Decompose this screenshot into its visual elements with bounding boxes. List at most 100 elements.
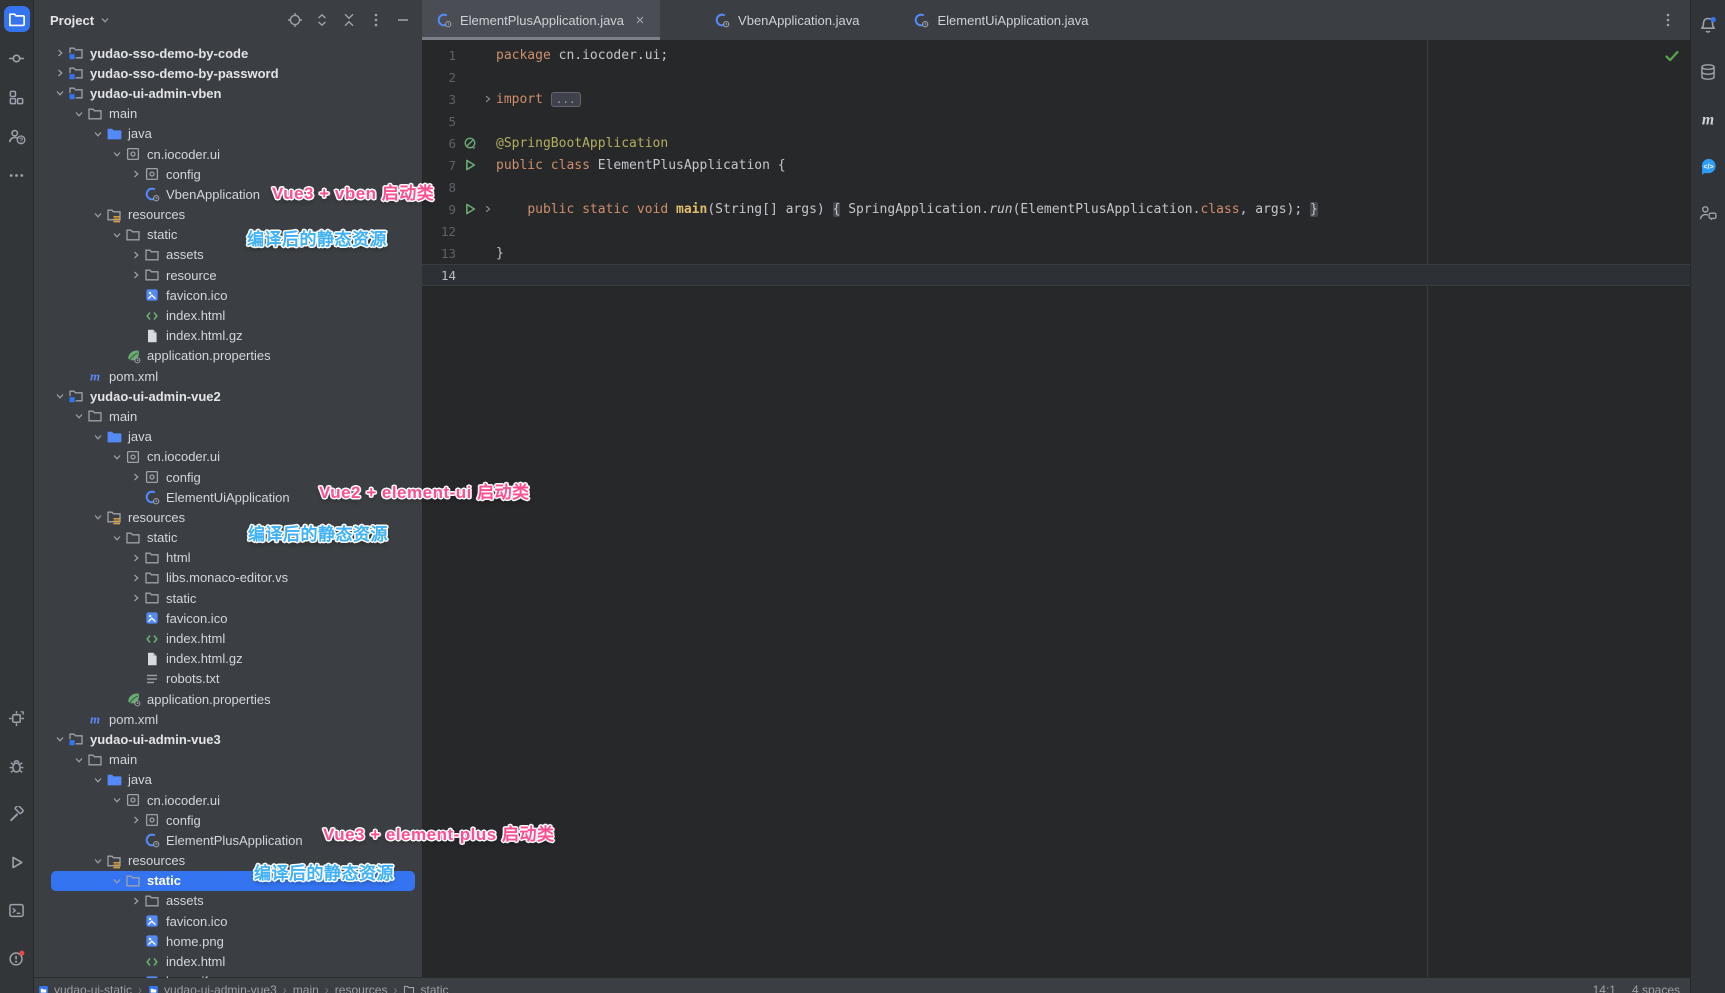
tree-chevron-collapsed[interactable] — [127, 166, 144, 182]
inspections-ok-icon[interactable] — [1664, 48, 1680, 64]
tree-chevron-collapsed[interactable] — [127, 267, 144, 283]
run-gutter-icon[interactable] — [460, 158, 480, 172]
tree-row[interactable]: mpom.xml — [34, 709, 422, 729]
code-line[interactable]: 6@SpringBootApplication — [422, 132, 1690, 154]
tree-row[interactable]: html — [34, 548, 422, 568]
spring-bean-gutter-icon[interactable] — [460, 136, 480, 150]
tree-row[interactable]: VbenApplication — [34, 184, 422, 204]
tool-window-button-terminal[interactable] — [4, 897, 30, 923]
tree-row[interactable]: favicon.ico — [34, 285, 422, 305]
tree-row[interactable]: config — [34, 810, 422, 830]
code-line[interactable]: 7public class ElementPlusApplication { — [422, 154, 1690, 176]
tree-chevron-expanded[interactable] — [89, 429, 106, 445]
tree-row[interactable]: cn.iocoder.ui — [34, 144, 422, 164]
tool-window-button-notifications[interactable] — [1695, 12, 1721, 38]
tree-row[interactable]: yudao-sso-demo-by-code — [34, 43, 422, 63]
tree-row[interactable]: yudao-sso-demo-by-password — [34, 63, 422, 83]
tree-chevron-expanded[interactable] — [89, 207, 106, 223]
tree-row[interactable]: yudao-ui-admin-vue2 — [34, 386, 422, 406]
tree-row[interactable]: assets — [34, 891, 422, 911]
tree-row[interactable]: static — [34, 588, 422, 608]
code-line[interactable]: 3import ... — [422, 88, 1690, 110]
tool-window-button-database[interactable] — [1695, 59, 1721, 85]
status-widget[interactable]: 14:1 — [1593, 983, 1616, 993]
tree-row[interactable]: resource — [34, 265, 422, 285]
tool-window-button-code-with-me[interactable] — [1695, 200, 1721, 226]
tree-row[interactable]: main — [34, 104, 422, 124]
tree-row[interactable]: favicon.ico — [34, 608, 422, 628]
tree-chevron-expanded[interactable] — [89, 772, 106, 788]
code-line[interactable]: 5 — [422, 110, 1690, 132]
tree-row[interactable]: resources — [34, 507, 422, 527]
tree-row[interactable]: yudao-ui-admin-vue3 — [34, 729, 422, 749]
tree-chevron-expanded[interactable] — [108, 792, 125, 808]
tool-window-button-ai-assistant[interactable]: </> — [1695, 153, 1721, 179]
tree-row[interactable]: index.html — [34, 305, 422, 325]
tree-row[interactable]: static — [34, 225, 422, 245]
tool-window-button-run[interactable] — [4, 849, 30, 875]
tree-row[interactable]: favicon.ico — [34, 911, 422, 931]
tree-row[interactable]: ElementUiApplication — [34, 487, 422, 507]
tree-row[interactable]: main — [34, 750, 422, 770]
tree-row[interactable]: resources — [34, 851, 422, 871]
tree-chevron-collapsed[interactable] — [127, 247, 144, 263]
tool-window-button-project[interactable] — [4, 6, 30, 32]
tree-row[interactable]: static — [34, 528, 422, 548]
nav-updown-button[interactable] — [313, 11, 331, 29]
tree-chevron-expanded[interactable] — [70, 408, 87, 424]
tree-chevron-expanded[interactable] — [51, 731, 68, 747]
tree-chevron-expanded[interactable] — [108, 873, 125, 889]
tree-row[interactable]: main — [34, 406, 422, 426]
tool-window-button-build[interactable] — [4, 801, 30, 827]
tree-chevron-expanded[interactable] — [108, 449, 125, 465]
tree-chevron-expanded[interactable] — [51, 85, 68, 101]
tool-window-button-maven[interactable]: m — [1695, 106, 1721, 132]
tree-row[interactable]: home.png — [34, 931, 422, 951]
tree-row[interactable]: libs.monaco-editor.vs — [34, 568, 422, 588]
tree-row[interactable]: index.html.gz — [34, 649, 422, 669]
tree-chevron-collapsed[interactable] — [127, 550, 144, 566]
tool-window-button-pull-requests[interactable]: ? — [4, 123, 30, 149]
tab-bar-more-icon[interactable] — [1660, 12, 1676, 28]
tree-row[interactable]: robots.txt — [34, 669, 422, 689]
tool-window-button-structure[interactable] — [4, 84, 30, 110]
editor-tab[interactable]: ElementUiApplication.java — [899, 0, 1102, 40]
tree-chevron-collapsed[interactable] — [127, 893, 144, 909]
breadcrumb-item[interactable]: yudao-ui-static — [38, 983, 132, 993]
tool-window-button-commit[interactable] — [4, 45, 30, 71]
breadcrumb-item[interactable]: static — [403, 983, 448, 993]
tool-window-button-more-tools[interactable] — [4, 162, 30, 188]
project-panel-title[interactable]: Project — [50, 13, 111, 28]
tree-row[interactable]: ElementPlusApplication — [34, 830, 422, 850]
tree-row[interactable]: application.properties — [34, 346, 422, 366]
code-line[interactable]: 8 — [422, 176, 1690, 198]
tree-row[interactable]: index.html — [34, 628, 422, 648]
tree-row[interactable]: application.properties — [34, 689, 422, 709]
tree-chevron-collapsed[interactable] — [127, 812, 144, 828]
tree-chevron-expanded[interactable] — [51, 388, 68, 404]
status-widget[interactable]: 4 spaces — [1632, 983, 1680, 993]
tree-chevron-expanded[interactable] — [89, 126, 106, 142]
tree-chevron-expanded[interactable] — [70, 106, 87, 122]
tree-chevron-collapsed[interactable] — [127, 469, 144, 485]
code-line[interactable]: 1package cn.iocoder.ui; — [422, 44, 1690, 66]
tree-chevron-expanded[interactable] — [89, 509, 106, 525]
code-line[interactable]: 9 public static void main(String[] args)… — [422, 198, 1690, 220]
tree-chevron-collapsed[interactable] — [127, 570, 144, 586]
tree-row[interactable]: static — [34, 871, 422, 891]
tool-window-button-services[interactable] — [4, 705, 30, 731]
tree-row[interactable]: index.html.gz — [34, 326, 422, 346]
tab-close-icon[interactable] — [634, 14, 646, 26]
tool-window-button-problems[interactable] — [4, 945, 30, 971]
code-line[interactable]: 12 — [422, 220, 1690, 242]
breadcrumb-item[interactable]: yudao-ui-admin-vue3 — [148, 983, 277, 993]
locate-button[interactable] — [286, 11, 304, 29]
tree-row[interactable]: resources — [34, 205, 422, 225]
breadcrumb-item[interactable]: resources — [335, 983, 388, 993]
tree-row[interactable]: index.html — [34, 951, 422, 971]
tree-row[interactable]: cn.iocoder.ui — [34, 790, 422, 810]
tree-chevron-expanded[interactable] — [70, 752, 87, 768]
tool-window-button-debug[interactable] — [4, 753, 30, 779]
code-line[interactable]: 13} — [422, 242, 1690, 264]
tree-chevron-collapsed[interactable] — [51, 65, 68, 81]
